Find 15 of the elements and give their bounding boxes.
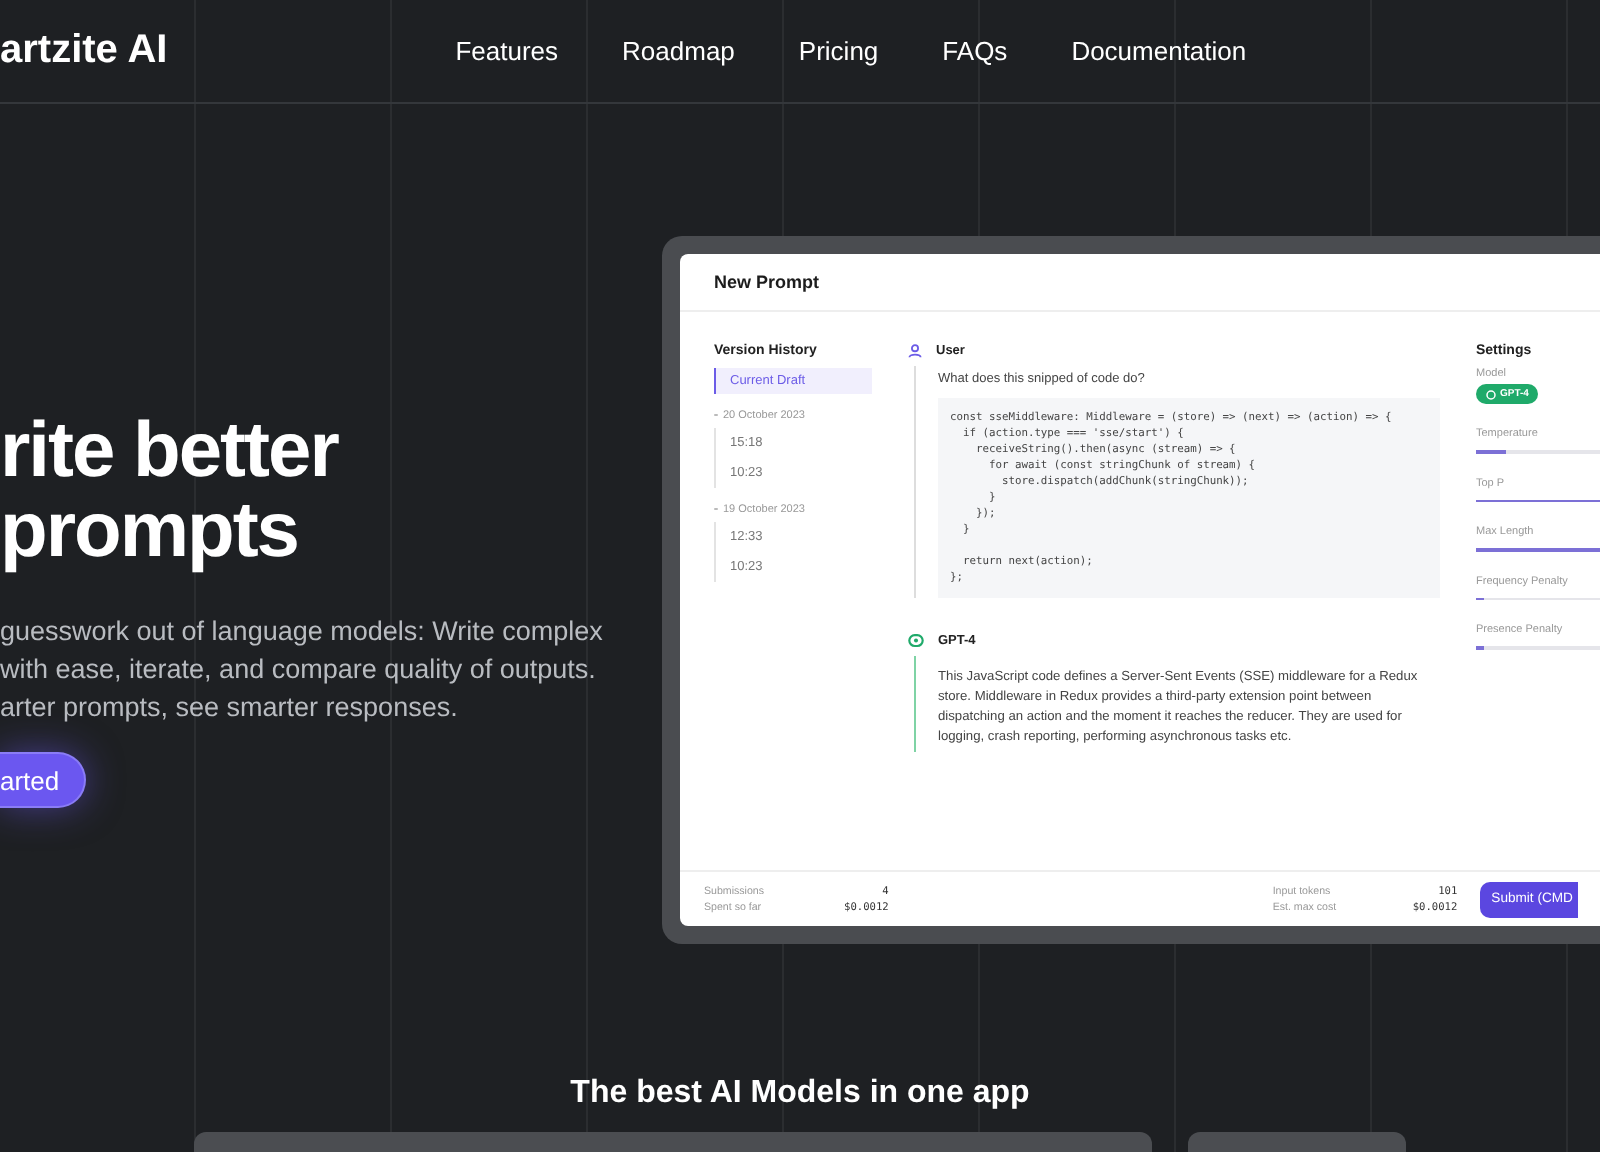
nav-link[interactable]: Pricing <box>798 36 879 66</box>
hero-title: rite better <box>0 412 341 492</box>
nav-link[interactable]: Features <box>455 36 559 66</box>
nav-link[interactable]: FAQs <box>942 36 1008 66</box>
logo-text: artzite AI <box>0 28 168 74</box>
hero-title: prompts <box>0 492 300 572</box>
hero-description: with ease, iterate, and compare quality of outputs. <box>0 652 598 688</box>
prompt-title: New Prompt <box>680 254 1600 312</box>
user-icon <box>908 344 922 358</box>
section-heading: The best AI Models in one app <box>568 1076 1032 1112</box>
nav-link[interactable]: Documentation <box>1071 36 1247 66</box>
nav-link[interactable]: Roadmap <box>622 36 735 66</box>
get-started-button[interactable]: arted <box>0 752 86 808</box>
hero-description: guesswork out of language models: Write complex <box>0 614 605 650</box>
hero-description: arter prompts, see smarter responses. <box>0 690 460 726</box>
